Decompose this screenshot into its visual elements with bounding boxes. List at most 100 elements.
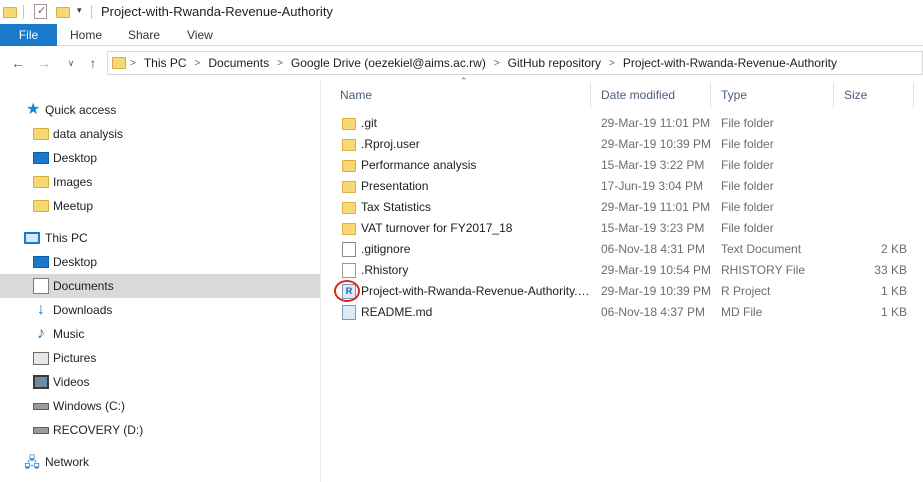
new-folder-icon[interactable] xyxy=(56,7,70,18)
properties-icon[interactable] xyxy=(34,4,47,19)
file-date: 06-Nov-18 4:37 PM xyxy=(601,305,706,319)
nav-label: Desktop xyxy=(53,255,98,269)
nav-item-meetup[interactable]: Meetup xyxy=(0,194,320,218)
window-title: Project-with-Rwanda-Revenue-Authority xyxy=(101,4,333,19)
folder-icon xyxy=(342,202,356,214)
drive-icon xyxy=(33,402,49,410)
nav-quick-access[interactable]: ★ Quick access xyxy=(0,98,320,122)
film-strip-icon xyxy=(33,375,49,389)
file-date: 29-Mar-19 10:54 PM xyxy=(601,263,712,277)
folder-icon xyxy=(112,57,126,69)
file-name: Tax Statistics xyxy=(361,200,432,214)
file-size xyxy=(834,155,907,176)
file-name: .Rproj.user xyxy=(361,137,420,151)
file-date: 29-Mar-19 11:01 PM xyxy=(601,200,711,214)
column-header-size[interactable]: Size xyxy=(834,82,914,108)
up-arrow-icon[interactable]: ↑ xyxy=(85,55,101,71)
folder-icon xyxy=(342,160,356,172)
customize-toolbar-dropdown-icon[interactable]: ▾ xyxy=(77,5,82,21)
file-name: .Rhistory xyxy=(361,263,409,277)
file-type: File folder xyxy=(721,200,774,214)
blank-file-icon xyxy=(342,263,356,278)
column-headers: ⌃ Name Date modified Type Size xyxy=(330,76,923,108)
title-separator xyxy=(91,5,92,19)
nav-network[interactable]: 🖧 Network xyxy=(0,450,320,474)
recent-locations-chevron-down-icon[interactable]: ∨ xyxy=(63,55,79,71)
documents-icon xyxy=(33,278,49,294)
tab-share[interactable]: Share xyxy=(128,24,160,46)
breadcrumb-documents[interactable]: Documents xyxy=(208,56,269,70)
file-size xyxy=(834,134,907,155)
nav-label: Meetup xyxy=(53,199,94,213)
nav-item-desktop-quick[interactable]: Desktop xyxy=(0,146,320,170)
file-row[interactable]: .Rproj.user 29-Mar-19 10:39 PM File fold… xyxy=(330,134,923,155)
nav-label: Downloads xyxy=(53,303,113,317)
nav-item-music[interactable]: ♪ Music xyxy=(0,322,320,346)
desktop-icon xyxy=(33,152,49,164)
file-row[interactable]: README.md 06-Nov-18 4:37 PM MD File 1 KB xyxy=(330,302,923,323)
network-icon: 🖧 xyxy=(24,454,40,470)
annotation-circle xyxy=(334,280,360,302)
nav-item-videos[interactable]: Videos xyxy=(0,370,320,394)
file-row[interactable]: Presentation 17-Jun-19 3:04 PM File fold… xyxy=(330,176,923,197)
chevron-right-icon[interactable]: > xyxy=(195,58,201,69)
nav-item-downloads[interactable]: ↓ Downloads xyxy=(0,298,320,322)
file-row[interactable]: .gitignore 06-Nov-18 4:31 PM Text Docume… xyxy=(330,239,923,260)
file-row[interactable]: R Project-with-Rwanda-Revenue-Authority.… xyxy=(330,281,923,302)
nav-item-pictures[interactable]: Pictures xyxy=(0,346,320,370)
address-bar[interactable]: > This PC > Documents > Google Drive (oe… xyxy=(107,51,923,75)
chevron-right-icon[interactable]: > xyxy=(609,58,615,69)
pane-divider[interactable] xyxy=(320,80,321,482)
file-row[interactable]: .git 29-Mar-19 11:01 PM File folder xyxy=(330,113,923,134)
column-header-type[interactable]: Type xyxy=(711,82,834,108)
star-icon: ★ xyxy=(26,101,41,118)
nav-this-pc[interactable]: This PC xyxy=(0,226,320,250)
chevron-right-icon[interactable]: > xyxy=(277,58,283,69)
nav-item-documents[interactable]: Documents xyxy=(0,274,320,298)
file-type: MD File xyxy=(721,305,763,319)
folder-icon xyxy=(33,200,49,212)
file-date: 29-Mar-19 11:01 PM xyxy=(601,116,711,130)
chevron-right-icon[interactable]: > xyxy=(130,58,136,69)
breadcrumb-google-drive[interactable]: Google Drive (oezekiel@aims.ac.rw) xyxy=(291,56,486,70)
breadcrumb: > This PC > Documents > Google Drive (oe… xyxy=(130,52,837,74)
breadcrumb-current-folder[interactable]: Project-with-Rwanda-Revenue-Authority xyxy=(623,56,837,70)
back-arrow-icon[interactable]: ← xyxy=(10,55,26,71)
nav-label: Images xyxy=(53,175,93,189)
tab-home[interactable]: Home xyxy=(70,24,102,46)
file-name: VAT turnover for FY2017_18 xyxy=(361,221,513,235)
file-size: 33 KB xyxy=(874,263,907,277)
file-size xyxy=(834,197,907,218)
folder-icon xyxy=(342,181,356,193)
nav-item-data-analysis[interactable]: data analysis xyxy=(0,122,320,146)
nav-label: Network xyxy=(45,455,90,469)
folder-icon[interactable] xyxy=(3,7,17,18)
file-type: File folder xyxy=(721,116,774,130)
file-date: 29-Mar-19 10:39 PM xyxy=(601,137,712,151)
file-row[interactable]: Performance analysis 15-Mar-19 3:22 PM F… xyxy=(330,155,923,176)
file-size xyxy=(834,176,907,197)
file-row[interactable]: .Rhistory 29-Mar-19 10:54 PM RHISTORY Fi… xyxy=(330,260,923,281)
column-header-name[interactable]: Name xyxy=(330,82,591,108)
chevron-right-icon[interactable]: > xyxy=(494,58,500,69)
nav-label: This PC xyxy=(45,231,88,245)
nav-item-windows-c[interactable]: Windows (C:) xyxy=(0,394,320,418)
file-row[interactable]: VAT turnover for FY2017_18 15-Mar-19 3:2… xyxy=(330,218,923,239)
desktop-icon xyxy=(33,256,49,268)
file-row[interactable]: Tax Statistics 29-Mar-19 11:01 PM File f… xyxy=(330,197,923,218)
nav-item-desktop[interactable]: Desktop xyxy=(0,250,320,274)
nav-label: RECOVERY (D:) xyxy=(53,423,144,437)
nav-item-recovery-d[interactable]: RECOVERY (D:) xyxy=(0,418,320,442)
column-header-date-modified[interactable]: Date modified xyxy=(591,82,711,108)
forward-arrow-icon[interactable]: → xyxy=(36,55,52,71)
file-name: Project-with-Rwanda-Revenue-Authority.Rp… xyxy=(361,284,591,298)
breadcrumb-github-repository[interactable]: GitHub repository xyxy=(508,56,601,70)
tab-view[interactable]: View xyxy=(187,24,213,46)
nav-item-images[interactable]: Images xyxy=(0,170,320,194)
file-type: R Project xyxy=(721,284,771,298)
breadcrumb-this-pc[interactable]: This PC xyxy=(144,56,187,70)
nav-label: Desktop xyxy=(53,151,98,165)
file-type: File folder xyxy=(721,158,774,172)
download-arrow-icon: ↓ xyxy=(37,301,45,318)
tab-file[interactable]: File xyxy=(0,24,57,46)
